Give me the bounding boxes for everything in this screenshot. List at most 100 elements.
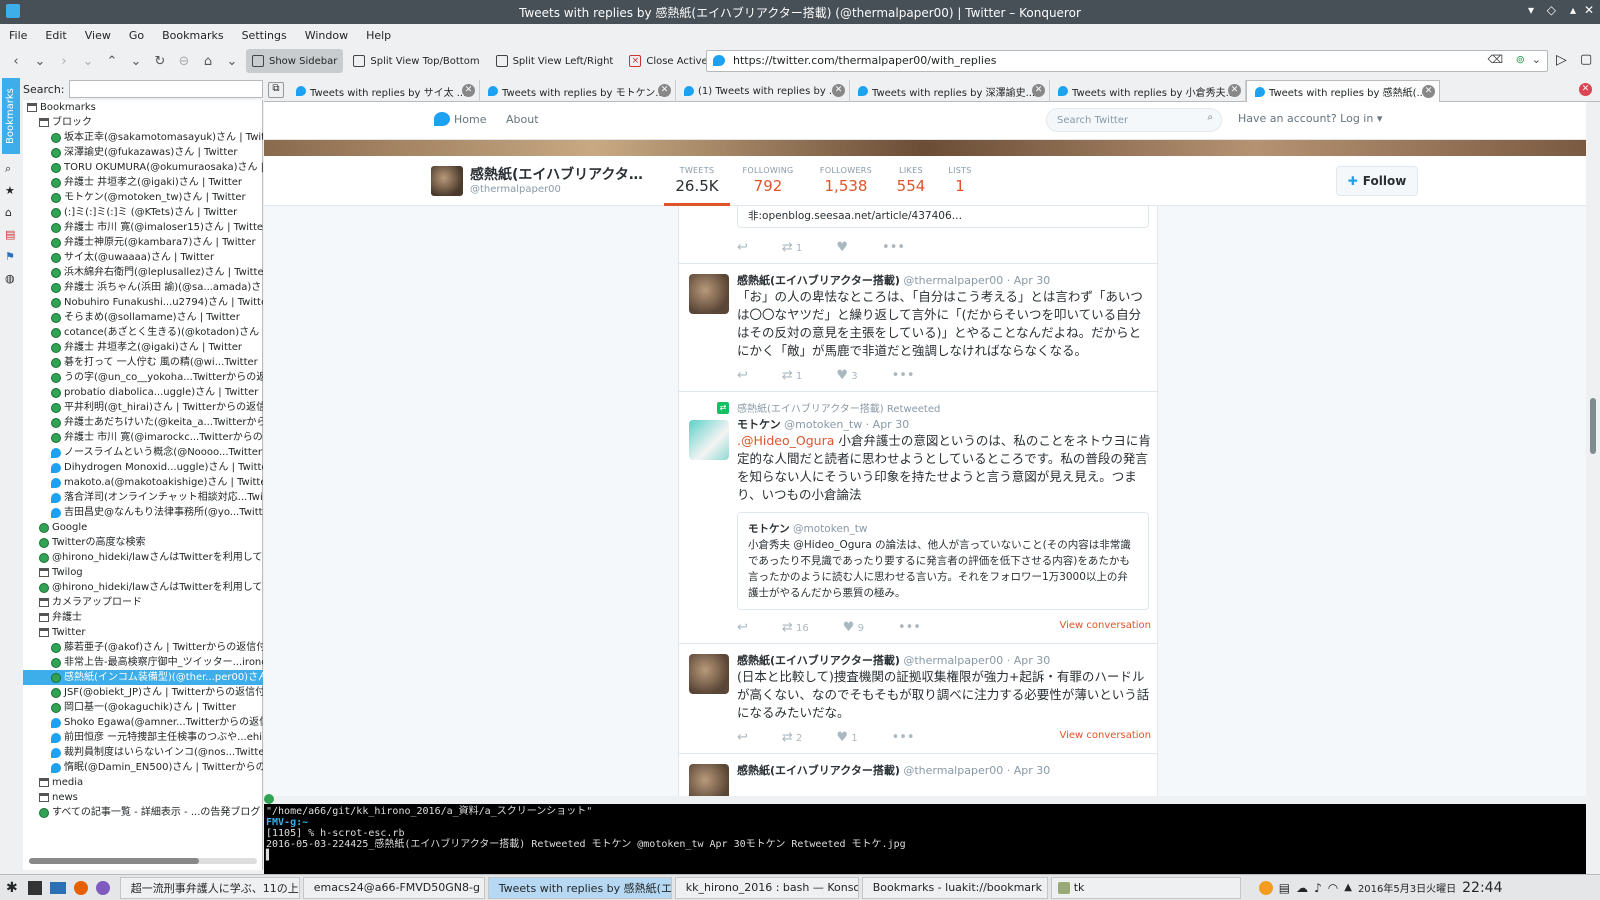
tab-3[interactable]: (1) Tweets with replies by ... ✕	[676, 80, 850, 102]
tweet-author-name[interactable]: 感熱紙(エイハブリアクター搭載)	[737, 764, 900, 777]
bookmark-folder[interactable]: news	[23, 790, 263, 805]
like-button[interactable]: ♥ 9	[843, 620, 864, 635]
menu-settings[interactable]: Settings	[242, 29, 287, 42]
reply-icon[interactable]: ↩	[737, 730, 748, 745]
bookmark-item[interactable]: 碁を打って 一人佇む 風の精(@wi...Twitter	[23, 355, 263, 370]
tab-5[interactable]: Tweets with replies by 小倉秀夫... ✕	[1050, 80, 1246, 102]
bookmark-item[interactable]: 感熱紙(インコム装備型)(@ther...per00)さん | T	[23, 670, 263, 685]
menu-go[interactable]: Go	[129, 29, 144, 42]
bookmark-item[interactable]: Nobuhiro Funakushi...u2794)さん | Twitter	[23, 295, 263, 310]
close-tab-icon[interactable]: ✕	[1422, 85, 1435, 98]
tweet[interactable]: 感熱紙(エイハブリアクター搭載) @thermalpaper00 · Apr 3…	[679, 264, 1157, 392]
view-conversation-link[interactable]: View conversation	[1059, 620, 1151, 631]
url-history-icon[interactable]: ⌄	[1532, 53, 1541, 66]
forward-history-icon[interactable]: ⌄	[78, 49, 98, 73]
bookmark-folder[interactable]: Twilog	[23, 565, 263, 580]
keep-above-icon[interactable]: ◇	[1547, 3, 1556, 17]
bookmark-item[interactable]: Google	[23, 520, 263, 535]
retweet-button[interactable]: ⇄ 1	[782, 368, 802, 383]
bookmark-item[interactable]: 前田恒彦 ー元特捜部主任検事のつぶや...ehi	[23, 730, 263, 745]
retweet-button[interactable]: ⇄ 2	[782, 730, 802, 745]
tweet-author-name[interactable]: 感熱紙(エイハブリアクター搭載)	[737, 654, 900, 667]
up-icon[interactable]: ⌃	[102, 49, 122, 73]
tweet-avatar[interactable]	[689, 274, 729, 314]
close-tab-icon[interactable]: ✕	[1032, 84, 1045, 97]
bookmark-item[interactable]: すべての記事一覧 - 詳細表示 - ...の告発ブログ - Y	[23, 805, 263, 820]
home-icon[interactable]: ⌂	[198, 49, 218, 73]
terminal-panel[interactable]: "/home/a66/git/kk_hirono_2016/a_資料/a_スクリ…	[264, 804, 1586, 874]
tweet[interactable]: 感熱紙(エイハブリアクター搭載) @thermalpaper00 · Apr 3…	[679, 754, 1157, 796]
bookmark-item[interactable]: Dihydrogen Monoxid...uggle)さん | Twitter	[23, 460, 263, 475]
mention-link[interactable]: .@Hideo_Ogura	[737, 433, 834, 448]
tweet-meta[interactable]: @thermalpaper00 · Apr 30	[903, 764, 1050, 777]
bookmark-folder[interactable]: Bookmarks	[23, 100, 263, 115]
scroll-thumb[interactable]	[1590, 398, 1596, 454]
quote-link[interactable]: 非:openblog.seesaa.net/article/437406…	[737, 206, 1149, 228]
app-launcher-icon[interactable]: ✱	[6, 880, 18, 896]
tweet-meta[interactable]: @motoken_tw · Apr 30	[784, 418, 909, 431]
firefox-launcher-icon[interactable]	[73, 880, 88, 895]
close-current-tab-icon[interactable]: ✕	[1579, 83, 1592, 96]
tweet-avatar[interactable]	[689, 420, 729, 460]
menu-view[interactable]: View	[85, 29, 111, 42]
maximize-icon[interactable]: ▴	[1570, 3, 1576, 17]
bookmark-item[interactable]: 平井利明(@t_hirai)さん | Twitterからの返信付	[23, 400, 263, 415]
stat-following[interactable]: FOLLOWING 792	[740, 166, 796, 195]
profile-avatar[interactable]	[431, 166, 463, 196]
volume-icon[interactable]: ♪	[1314, 881, 1322, 895]
bookmark-item[interactable]: ノースライムという概念(@Noooo...Twitterから	[23, 445, 263, 460]
stat-followers[interactable]: FOLLOWERS 1,538	[816, 166, 876, 195]
clock[interactable]: 22:44	[1462, 880, 1502, 896]
url-bar[interactable]: https://twitter.com/thermalpaper00/with_…	[706, 50, 1548, 72]
sidebar-search-input[interactable]	[68, 80, 263, 98]
view-conversation-link[interactable]: View conversation	[1059, 730, 1151, 741]
retweet-button[interactable]: ⇄ 1	[782, 240, 802, 255]
up-history-icon[interactable]: ⌄	[126, 49, 146, 73]
task-firefox[interactable]: 超一流刑事弁護人に学ぶ、11の上	[119, 876, 300, 899]
bookmark-item[interactable]: probatio diabolica...uggle)さん | Twitter	[23, 385, 263, 400]
bookmark-item[interactable]: 弁護士 井垣孝之(@igaki)さん | Twitter	[23, 340, 263, 355]
bookmark-item[interactable]: (:]ミ(:]ミ(:]ミ (@KTets)さん | Twitter	[23, 205, 263, 220]
bookmark-item[interactable]: 惰眠(@Damin_EN500)さん | Twitterからの返信	[23, 760, 263, 775]
star-icon[interactable]: ★	[5, 184, 15, 197]
quoted-tweet[interactable]: モトケン @motoken_tw 小倉秀夫 @Hideo_Ogura の論法は、…	[737, 512, 1149, 610]
task-konsole[interactable]: kk_hirono_2016 : bash — Konso	[674, 876, 859, 899]
close-tab-icon[interactable]: ✕	[658, 84, 671, 97]
scroll-thumb[interactable]	[29, 858, 199, 864]
bookmark-item[interactable]: 落合洋司(オンラインチャット相談対応...Twitter	[23, 490, 263, 505]
tweet-author-name[interactable]: モトケン	[737, 418, 781, 431]
bookmark-item[interactable]: cotance(あざとく生きる)(@kotadon)さん | Tw	[23, 325, 263, 340]
nav-about[interactable]: About	[506, 113, 539, 126]
bookmark-item[interactable]: JSF(@obiekt_JP)さん | Twitterからの返信付き	[23, 685, 263, 700]
tweet-retweet[interactable]: ⇄ 感熱紙(エイハブリアクター搭載) Retweeted モトケン @motok…	[679, 392, 1157, 644]
bookmark-item[interactable]: 弁護士 井垣孝之(@igaki)さん | Twitter	[23, 175, 263, 190]
tweet-meta[interactable]: @thermalpaper00 · Apr 30	[903, 274, 1050, 287]
forward-icon[interactable]: ›	[54, 49, 74, 73]
emacs-launcher-icon[interactable]	[95, 880, 110, 895]
date-text[interactable]: 2016年5月3日火曜日	[1358, 880, 1456, 895]
tray-expand-icon[interactable]: ▲	[1344, 882, 1352, 893]
stop-icon[interactable]: ⊖	[174, 49, 194, 73]
more-icon[interactable]: •••	[882, 240, 905, 255]
task-tk[interactable]: tk	[1050, 876, 1241, 899]
menu-edit[interactable]: Edit	[45, 29, 66, 42]
bookmark-item[interactable]: 弁護士 浜ちゃん(浜田 諭)(@sa...amada)さ	[23, 280, 263, 295]
close-tab-icon[interactable]: ✕	[832, 84, 845, 97]
bookmark-item[interactable]: 深澤諭史(@fukazawas)さん | Twitter	[23, 145, 263, 160]
back-icon[interactable]: ‹	[6, 49, 26, 73]
bookmark-item[interactable]: モトケン(@motoken_tw)さん | Twitter	[23, 190, 263, 205]
nav-home[interactable]: Home	[454, 113, 486, 126]
stat-tweets[interactable]: TWEETS 26.5K	[664, 166, 730, 206]
tab-2[interactable]: Tweets with replies by モトケン... ✕	[480, 80, 676, 102]
bookmark-item[interactable]: 浜木綿弁右衛門(@leplusallez)さん | Twitter	[23, 265, 263, 280]
home-sidebar-icon[interactable]: ⌂	[5, 206, 12, 219]
clear-url-icon[interactable]: ⌫	[1487, 53, 1503, 66]
retweet-button[interactable]: ⇄ 16	[782, 620, 809, 635]
home-menu-icon[interactable]: ⌄	[222, 49, 242, 73]
mail-launcher-icon[interactable]	[49, 881, 66, 894]
split-top-bottom-button[interactable]: Split View Top/Bottom	[347, 49, 485, 73]
sidebar-horizontal-scrollbar[interactable]	[29, 858, 257, 864]
more-icon[interactable]: •••	[898, 620, 921, 635]
menu-bookmarks[interactable]: Bookmarks	[162, 29, 223, 42]
close-tab-icon[interactable]: ✕	[1228, 84, 1241, 97]
